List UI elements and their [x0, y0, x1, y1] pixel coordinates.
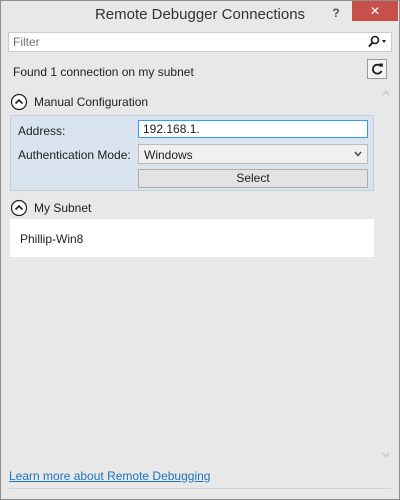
title-bar: Remote Debugger Connections ? ✕: [1, 1, 399, 31]
remote-debugger-window: Remote Debugger Connections ? ✕ Found 1 …: [0, 0, 400, 500]
auth-mode-value: Windows: [144, 148, 193, 162]
manual-config-header[interactable]: Manual Configuration: [10, 93, 210, 111]
close-icon: ✕: [369, 4, 381, 18]
address-input[interactable]: [138, 120, 368, 138]
manual-config-label: Manual Configuration: [34, 95, 149, 109]
scrollbar[interactable]: [379, 89, 393, 459]
auth-mode-label: Authentication Mode:: [18, 148, 131, 162]
refresh-icon: [372, 63, 383, 75]
manual-config-panel: Address: Authentication Mode: Windows Se…: [10, 115, 374, 191]
my-subnet-header[interactable]: My Subnet: [10, 199, 160, 217]
refresh-button[interactable]: [367, 59, 387, 79]
list-item[interactable]: Phillip-Win8: [20, 232, 83, 246]
auth-mode-select[interactable]: Windows: [138, 144, 368, 164]
chevron-down-icon: [354, 151, 362, 157]
scroll-down-arrow-icon[interactable]: [382, 451, 390, 459]
footer-divider: [9, 488, 391, 489]
collapse-icon[interactable]: [10, 199, 28, 217]
filter-input[interactable]: [13, 34, 353, 50]
address-label: Address:: [18, 124, 66, 138]
search-icon[interactable]: [367, 35, 387, 49]
subnet-list: Phillip-Win8: [10, 219, 374, 257]
scroll-up-arrow-icon[interactable]: [382, 89, 390, 97]
connection-status-text: Found 1 connection on my subnet: [13, 65, 194, 79]
help-button[interactable]: ?: [330, 6, 342, 24]
select-button[interactable]: Select: [138, 169, 368, 188]
close-button[interactable]: ✕: [352, 1, 398, 21]
my-subnet-label: My Subnet: [34, 201, 92, 215]
filter-box: [8, 32, 392, 52]
learn-more-link[interactable]: Learn more about Remote Debugging: [9, 469, 210, 483]
collapse-icon[interactable]: [10, 93, 28, 111]
